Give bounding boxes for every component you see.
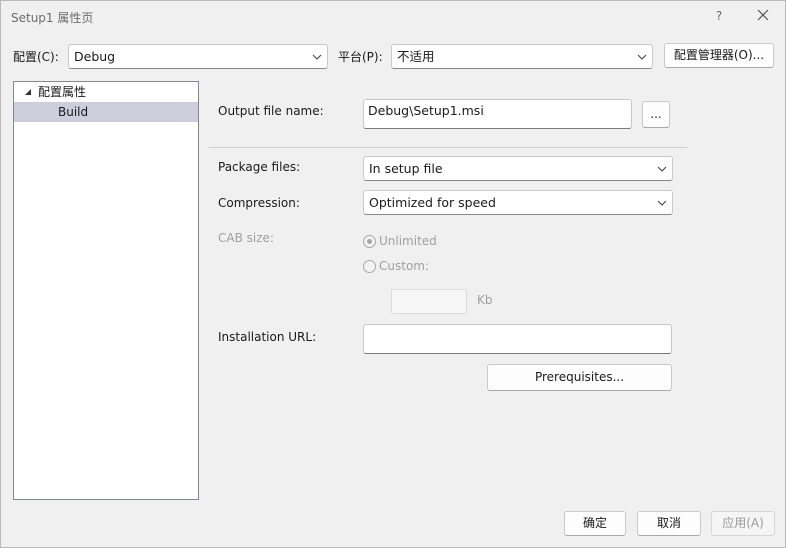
help-button[interactable]: ?: [709, 6, 729, 26]
custom-radio[interactable]: [363, 260, 376, 273]
compression-dropdown[interactable]: Optimized for speed: [363, 190, 673, 215]
output-file-input[interactable]: Debug\Setup1.msi: [363, 99, 632, 129]
compression-label: Compression:: [218, 196, 300, 210]
cancel-button[interactable]: 取消: [637, 511, 701, 536]
window-title: Setup1 属性页: [11, 11, 94, 25]
chevron-down-icon: [657, 200, 667, 206]
platform-dropdown-value: 不适用: [397, 49, 435, 64]
config-dropdown[interactable]: Debug: [68, 44, 328, 69]
config-label: 配置(C):: [13, 50, 59, 64]
installation-url-input[interactable]: [363, 324, 672, 354]
configuration-manager-button[interactable]: 配置管理器(O)...: [664, 43, 774, 68]
config-dropdown-value: Debug: [74, 49, 116, 64]
package-files-label: Package files:: [218, 160, 301, 174]
package-files-dropdown[interactable]: In setup file: [363, 156, 673, 181]
tree-item-config-properties[interactable]: 配置属性: [14, 82, 198, 102]
platform-label: 平台(P):: [338, 50, 383, 64]
chevron-down-icon: [312, 54, 322, 60]
apply-button[interactable]: 应用(A): [711, 511, 775, 536]
compression-value: Optimized for speed: [369, 195, 496, 210]
chevron-down-icon: [657, 166, 667, 172]
browse-button[interactable]: ...: [642, 101, 670, 128]
tree-item-label: 配置属性: [38, 85, 87, 99]
tree-item-label: Build: [58, 105, 89, 119]
custom-size-input[interactable]: [391, 289, 467, 314]
output-file-label: Output file name:: [218, 104, 324, 118]
package-files-value: In setup file: [369, 161, 443, 176]
close-icon[interactable]: [751, 5, 775, 27]
cab-size-label: CAB size:: [218, 231, 274, 245]
unlimited-radio[interactable]: [363, 235, 376, 248]
section-divider: [209, 147, 687, 148]
property-pages-dialog: Setup1 属性页 ? 配置(C): Debug 平台(P): 不适用 配置管…: [0, 0, 786, 548]
tree-item-build[interactable]: Build: [14, 102, 198, 122]
chevron-down-icon: [637, 54, 647, 60]
ok-button[interactable]: 确定: [564, 511, 626, 536]
unlimited-label: Unlimited: [379, 234, 437, 248]
custom-label: Custom:: [379, 259, 430, 273]
installation-url-label: Installation URL:: [218, 330, 317, 344]
kb-unit-label: Kb: [477, 293, 493, 307]
expanded-caret-icon[interactable]: [24, 88, 32, 96]
title-bar: Setup1 属性页 ?: [1, 1, 785, 33]
property-tree: 配置属性 Build: [13, 81, 199, 500]
platform-dropdown[interactable]: 不适用: [391, 44, 653, 69]
prerequisites-button[interactable]: Prerequisites...: [487, 364, 672, 391]
